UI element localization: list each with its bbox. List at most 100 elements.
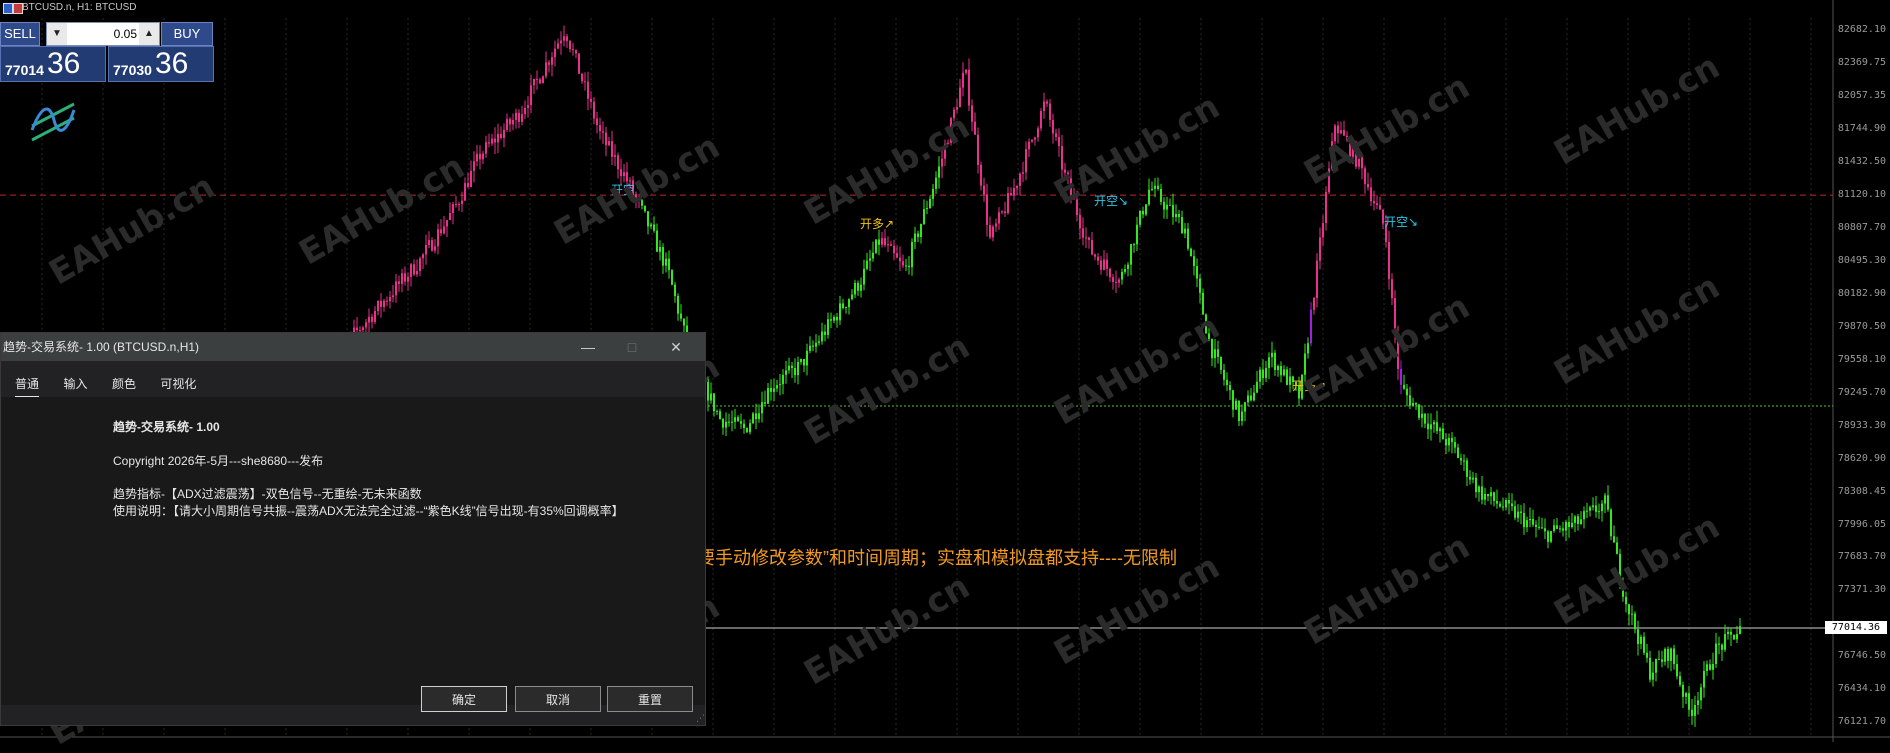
- candle-body: [1604, 495, 1606, 504]
- candle-body: [1061, 146, 1063, 170]
- buy-quote[interactable]: 77030 36: [108, 46, 214, 82]
- candle-body: [455, 204, 457, 206]
- tab-common[interactable]: 普通: [15, 375, 40, 397]
- close-icon[interactable]: ✕: [657, 333, 695, 361]
- candle-body: [980, 164, 982, 186]
- candle-body: [1718, 643, 1720, 645]
- candle-body: [383, 300, 385, 308]
- candle-body: [725, 421, 727, 428]
- candle-body: [719, 411, 721, 419]
- buy-button[interactable]: BUY: [161, 22, 213, 46]
- candle-body: [671, 270, 673, 285]
- lot-increase-icon[interactable]: ▲: [139, 23, 159, 45]
- candle-body: [1139, 210, 1141, 225]
- candle-body: [1574, 516, 1576, 523]
- lot-stepper[interactable]: ▼ 0.05 ▲: [46, 22, 160, 46]
- candle-body: [542, 76, 544, 84]
- candle-body: [1589, 507, 1591, 511]
- candle-body: [386, 300, 388, 302]
- candle-body: [842, 303, 844, 309]
- candle-body: [662, 247, 664, 266]
- candle-body: [545, 62, 547, 77]
- candle-body: [848, 299, 850, 308]
- candle-body: [584, 81, 586, 83]
- cancel-button[interactable]: 取消: [515, 686, 601, 712]
- candle-body: [437, 229, 439, 247]
- candle-body: [572, 49, 574, 51]
- lot-decrease-icon[interactable]: ▼: [47, 23, 67, 45]
- price-axis-label: 78933.30: [1837, 419, 1886, 431]
- tab-colors[interactable]: 颜色: [112, 375, 136, 396]
- candle-body: [1688, 693, 1690, 710]
- candle-body: [1403, 384, 1405, 389]
- candle-body: [1190, 248, 1192, 257]
- lot-size-input[interactable]: 0.05: [69, 23, 137, 45]
- candle-body: [1289, 376, 1291, 385]
- indicator-icon: [30, 102, 76, 142]
- candle-body: [419, 258, 421, 272]
- candle-body: [1013, 188, 1015, 196]
- candle-body: [818, 341, 820, 343]
- price-axis-label: 81120.10: [1837, 189, 1886, 201]
- minimize-icon[interactable]: —: [569, 333, 607, 361]
- candle-body: [1667, 648, 1669, 661]
- current-price-label: 77014.36: [1825, 621, 1887, 635]
- candle-body: [431, 240, 433, 251]
- candle-body: [1043, 101, 1045, 111]
- candle-body: [806, 350, 808, 366]
- candle-body: [578, 53, 580, 74]
- tab-visualization[interactable]: 可视化: [160, 375, 196, 396]
- candle-body: [1367, 184, 1369, 188]
- candle-body: [830, 319, 832, 321]
- candle-body: [1271, 352, 1273, 358]
- ok-button[interactable]: 确定: [421, 686, 507, 712]
- candle-body: [1166, 204, 1168, 210]
- candle-body: [380, 300, 382, 308]
- sell-button[interactable]: SELL: [0, 22, 40, 46]
- reset-button[interactable]: 重置: [607, 686, 693, 712]
- sell-quote[interactable]: 77014 36: [0, 46, 106, 82]
- candle-body: [410, 264, 412, 277]
- candle-body: [1046, 101, 1048, 104]
- candle-body: [1655, 658, 1657, 673]
- candle-body: [1643, 636, 1645, 653]
- candle-body: [731, 421, 733, 423]
- candle-body: [926, 208, 928, 210]
- candle-body: [1661, 659, 1663, 662]
- tab-inputs[interactable]: 输入: [63, 375, 87, 396]
- candle-body: [1700, 687, 1702, 701]
- candle-body: [914, 233, 916, 242]
- candle-body: [536, 78, 538, 80]
- candle-body: [1598, 511, 1600, 513]
- candle-body: [1514, 506, 1516, 518]
- candle-body: [1019, 173, 1021, 186]
- candle-body: [575, 50, 577, 54]
- candle-body: [1478, 486, 1480, 493]
- candle-body: [1511, 503, 1513, 507]
- candle-body: [1730, 631, 1732, 635]
- candle-body: [428, 240, 430, 245]
- candle-body: [1454, 442, 1456, 448]
- candle-body: [989, 224, 991, 238]
- candle-body: [1448, 437, 1450, 446]
- candle-body: [854, 282, 856, 295]
- candle-body: [815, 342, 817, 347]
- candle-body: [1739, 626, 1741, 634]
- candle-body: [734, 417, 736, 422]
- candle-body: [1040, 110, 1042, 129]
- candle-body: [1634, 613, 1636, 630]
- resize-grip-icon[interactable]: ⋰: [696, 714, 705, 723]
- candle-body: [1265, 367, 1267, 379]
- candle-body: [1538, 526, 1540, 528]
- candle-body: [1733, 634, 1735, 640]
- candle-body: [668, 258, 670, 271]
- dialog-titlebar[interactable]: 趋势-交易系统- 1.00 (BTCUSD.n,H1) — □ ✕: [1, 333, 705, 361]
- dialog-title: 趋势-交易系统- 1.00 (BTCUSD.n,H1): [3, 340, 200, 354]
- maximize-icon[interactable]: □: [613, 333, 651, 361]
- candle-body: [443, 226, 445, 234]
- candle-body: [407, 276, 409, 282]
- candle-body: [1577, 516, 1579, 524]
- candle-body: [1637, 629, 1639, 644]
- candle-body: [737, 417, 739, 422]
- candle-body: [434, 246, 436, 251]
